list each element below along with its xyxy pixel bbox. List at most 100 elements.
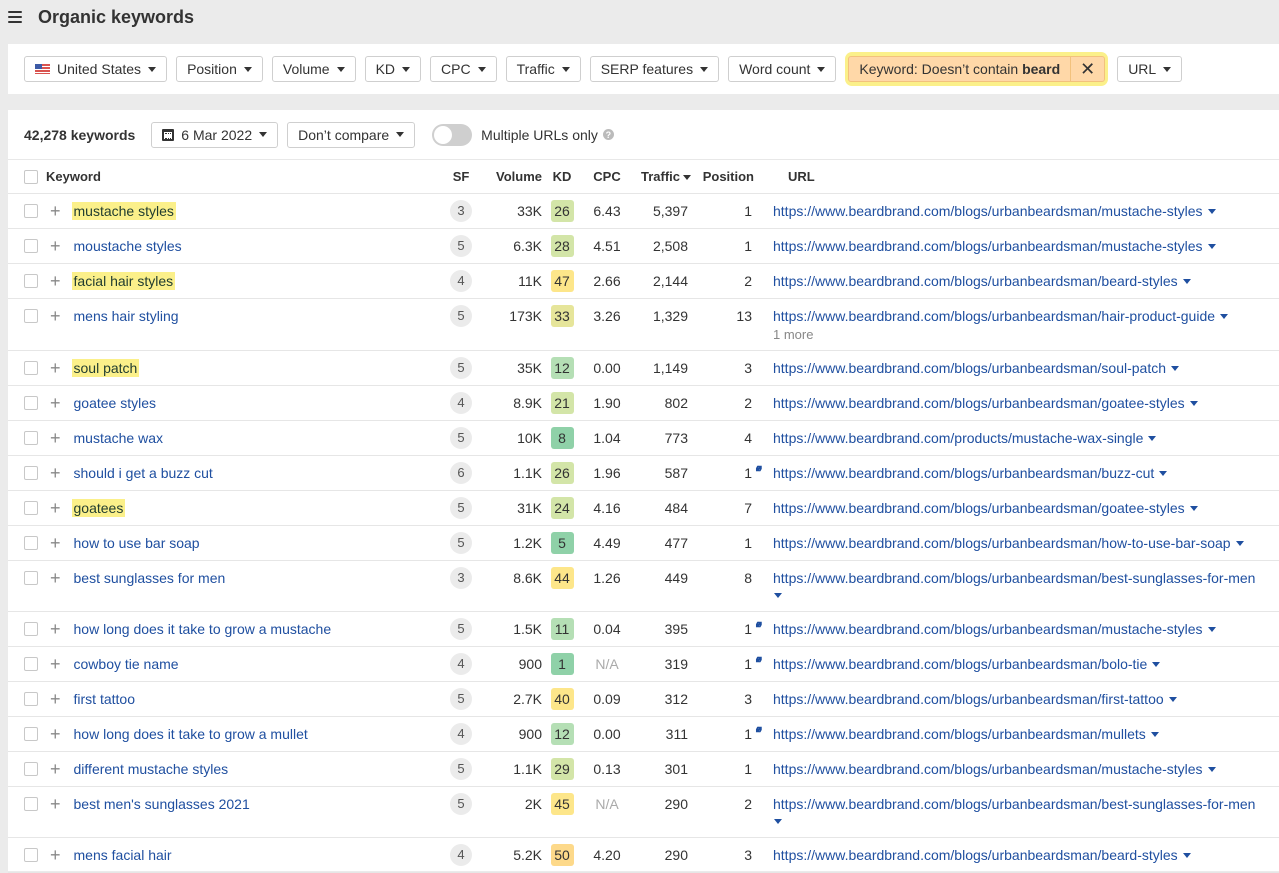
keyword-link[interactable]: how long does it take to grow a mullet xyxy=(72,725,310,743)
add-to-list-icon[interactable]: + xyxy=(50,690,61,708)
keyword-link[interactable]: best men's sunglasses 2021 xyxy=(72,795,252,813)
url-dropdown-icon[interactable] xyxy=(774,819,782,825)
serp-features-badge[interactable]: 4 xyxy=(450,843,472,866)
serp-features-badge[interactable]: 5 xyxy=(450,757,472,780)
serp-features-badge[interactable]: 3 xyxy=(450,199,472,222)
serp-features-badge[interactable]: 6 xyxy=(450,461,472,484)
keyword-link[interactable]: different mustache styles xyxy=(72,760,231,778)
close-icon[interactable]: ✕ xyxy=(1070,57,1104,81)
url-dropdown-icon[interactable] xyxy=(774,593,782,599)
add-to-list-icon[interactable]: + xyxy=(50,620,61,638)
serp-features-badge[interactable]: 3 xyxy=(450,566,472,589)
row-checkbox[interactable] xyxy=(24,273,38,288)
url-link[interactable]: https://www.beardbrand.com/blogs/urbanbe… xyxy=(773,796,1255,812)
row-checkbox[interactable] xyxy=(24,691,38,706)
row-checkbox[interactable] xyxy=(24,308,38,323)
url-dropdown-icon[interactable] xyxy=(1148,436,1157,442)
keyword-link[interactable]: first tattoo xyxy=(72,690,137,708)
row-checkbox[interactable] xyxy=(24,726,38,741)
date-picker-button[interactable]: 6 Mar 2022 xyxy=(151,121,279,148)
url-link[interactable]: https://www.beardbrand.com/blogs/urbanbe… xyxy=(773,465,1154,481)
serp-features-badge[interactable]: 5 xyxy=(450,531,472,554)
row-checkbox[interactable] xyxy=(24,395,38,410)
url-link[interactable]: https://www.beardbrand.com/blogs/urbanbe… xyxy=(773,273,1178,289)
url-dropdown-icon[interactable] xyxy=(1150,732,1159,738)
row-checkbox[interactable] xyxy=(24,656,38,671)
url-link[interactable]: https://www.beardbrand.com/blogs/urbanbe… xyxy=(773,847,1178,863)
keyword-link[interactable]: goatees xyxy=(71,498,126,517)
filter-button-position[interactable]: Position xyxy=(176,56,263,82)
url-filter-button[interactable]: URL xyxy=(1117,56,1183,82)
url-dropdown-icon[interactable] xyxy=(1159,471,1168,477)
url-link[interactable]: https://www.beardbrand.com/blogs/urbanbe… xyxy=(773,360,1166,376)
row-checkbox[interactable] xyxy=(24,430,38,445)
add-to-list-icon[interactable]: + xyxy=(50,464,61,482)
row-checkbox[interactable] xyxy=(24,203,38,218)
serp-features-badge[interactable]: 5 xyxy=(450,617,472,640)
keyword-link[interactable]: soul patch xyxy=(71,358,140,377)
url-dropdown-icon[interactable] xyxy=(1207,627,1216,633)
url-link[interactable]: https://www.beardbrand.com/blogs/urbanbe… xyxy=(773,726,1146,742)
url-link[interactable]: https://www.beardbrand.com/blogs/urbanbe… xyxy=(773,500,1185,516)
url-link[interactable]: https://www.beardbrand.com/blogs/urbanbe… xyxy=(773,621,1203,637)
keyword-link[interactable]: how to use bar soap xyxy=(72,534,202,552)
url-dropdown-icon[interactable] xyxy=(1189,401,1198,407)
keyword-link[interactable]: mens hair styling xyxy=(72,307,181,325)
serp-features-badge[interactable]: 5 xyxy=(450,792,472,815)
filter-button-traffic[interactable]: Traffic xyxy=(505,56,581,82)
url-dropdown-icon[interactable] xyxy=(1220,314,1229,320)
url-dropdown-icon[interactable] xyxy=(1207,244,1216,250)
url-link[interactable]: https://www.beardbrand.com/products/must… xyxy=(773,430,1143,446)
row-checkbox[interactable] xyxy=(24,796,38,811)
column-header-traffic[interactable]: Traffic xyxy=(632,161,702,194)
row-checkbox[interactable] xyxy=(24,535,38,550)
url-dropdown-icon[interactable] xyxy=(1182,853,1191,859)
add-to-list-icon[interactable]: + xyxy=(50,534,61,552)
keyword-link[interactable]: should i get a buzz cut xyxy=(72,464,215,482)
keyword-link[interactable]: mustache wax xyxy=(72,429,165,447)
keyword-link[interactable]: facial hair styles xyxy=(71,271,176,290)
serp-features-badge[interactable]: 4 xyxy=(450,269,472,292)
hamburger-icon[interactable] xyxy=(8,11,22,23)
serp-features-badge[interactable]: 5 xyxy=(450,234,472,257)
column-header-cpc[interactable]: CPC xyxy=(582,161,632,194)
filter-button-kd[interactable]: KD xyxy=(364,56,422,82)
filter-button-serp-features[interactable]: SERP features xyxy=(589,56,720,82)
keyword-link[interactable]: how long does it take to grow a mustache xyxy=(72,620,334,638)
filter-button-volume[interactable]: Volume xyxy=(271,56,356,82)
add-to-list-icon[interactable]: + xyxy=(50,499,61,517)
add-to-list-icon[interactable]: + xyxy=(50,394,61,412)
serp-features-badge[interactable]: 5 xyxy=(450,496,472,519)
keyword-link[interactable]: goatee styles xyxy=(72,394,159,412)
active-filter-label[interactable]: Keyword: Doesn’t contain beard xyxy=(849,61,1070,77)
row-checkbox[interactable] xyxy=(24,360,38,375)
row-checkbox[interactable] xyxy=(24,761,38,776)
url-link[interactable]: https://www.beardbrand.com/blogs/urbanbe… xyxy=(773,238,1203,254)
add-to-list-icon[interactable]: + xyxy=(50,429,61,447)
url-dropdown-icon[interactable] xyxy=(1182,279,1191,285)
row-checkbox[interactable] xyxy=(24,500,38,515)
filter-button-cpc[interactable]: CPC xyxy=(430,56,497,82)
serp-features-badge[interactable]: 5 xyxy=(450,304,472,327)
country-filter-button[interactable]: United States xyxy=(24,56,168,82)
url-link[interactable]: https://www.beardbrand.com/blogs/urbanbe… xyxy=(773,691,1164,707)
help-icon[interactable]: ? xyxy=(602,129,614,140)
select-all-checkbox[interactable] xyxy=(24,169,38,184)
url-dropdown-icon[interactable] xyxy=(1171,366,1179,372)
add-to-list-icon[interactable]: + xyxy=(50,202,61,220)
row-checkbox[interactable] xyxy=(24,847,38,862)
serp-features-badge[interactable]: 4 xyxy=(450,652,472,675)
compare-dropdown[interactable]: Don’t compare xyxy=(287,121,416,148)
column-header-position[interactable]: Position xyxy=(702,161,754,194)
add-to-list-icon[interactable]: + xyxy=(50,359,61,377)
serp-features-badge[interactable]: 5 xyxy=(450,356,472,379)
column-header-url[interactable]: URL xyxy=(769,161,1279,194)
url-dropdown-icon[interactable] xyxy=(1189,506,1198,512)
add-to-list-icon[interactable]: + xyxy=(50,655,61,673)
add-to-list-icon[interactable]: + xyxy=(50,272,61,290)
row-checkbox[interactable] xyxy=(24,621,38,636)
url-dropdown-icon[interactable] xyxy=(1207,767,1216,773)
column-header-sf[interactable]: SF xyxy=(438,161,480,194)
keyword-link[interactable]: cowboy tie name xyxy=(72,655,181,673)
add-to-list-icon[interactable]: + xyxy=(50,307,61,325)
